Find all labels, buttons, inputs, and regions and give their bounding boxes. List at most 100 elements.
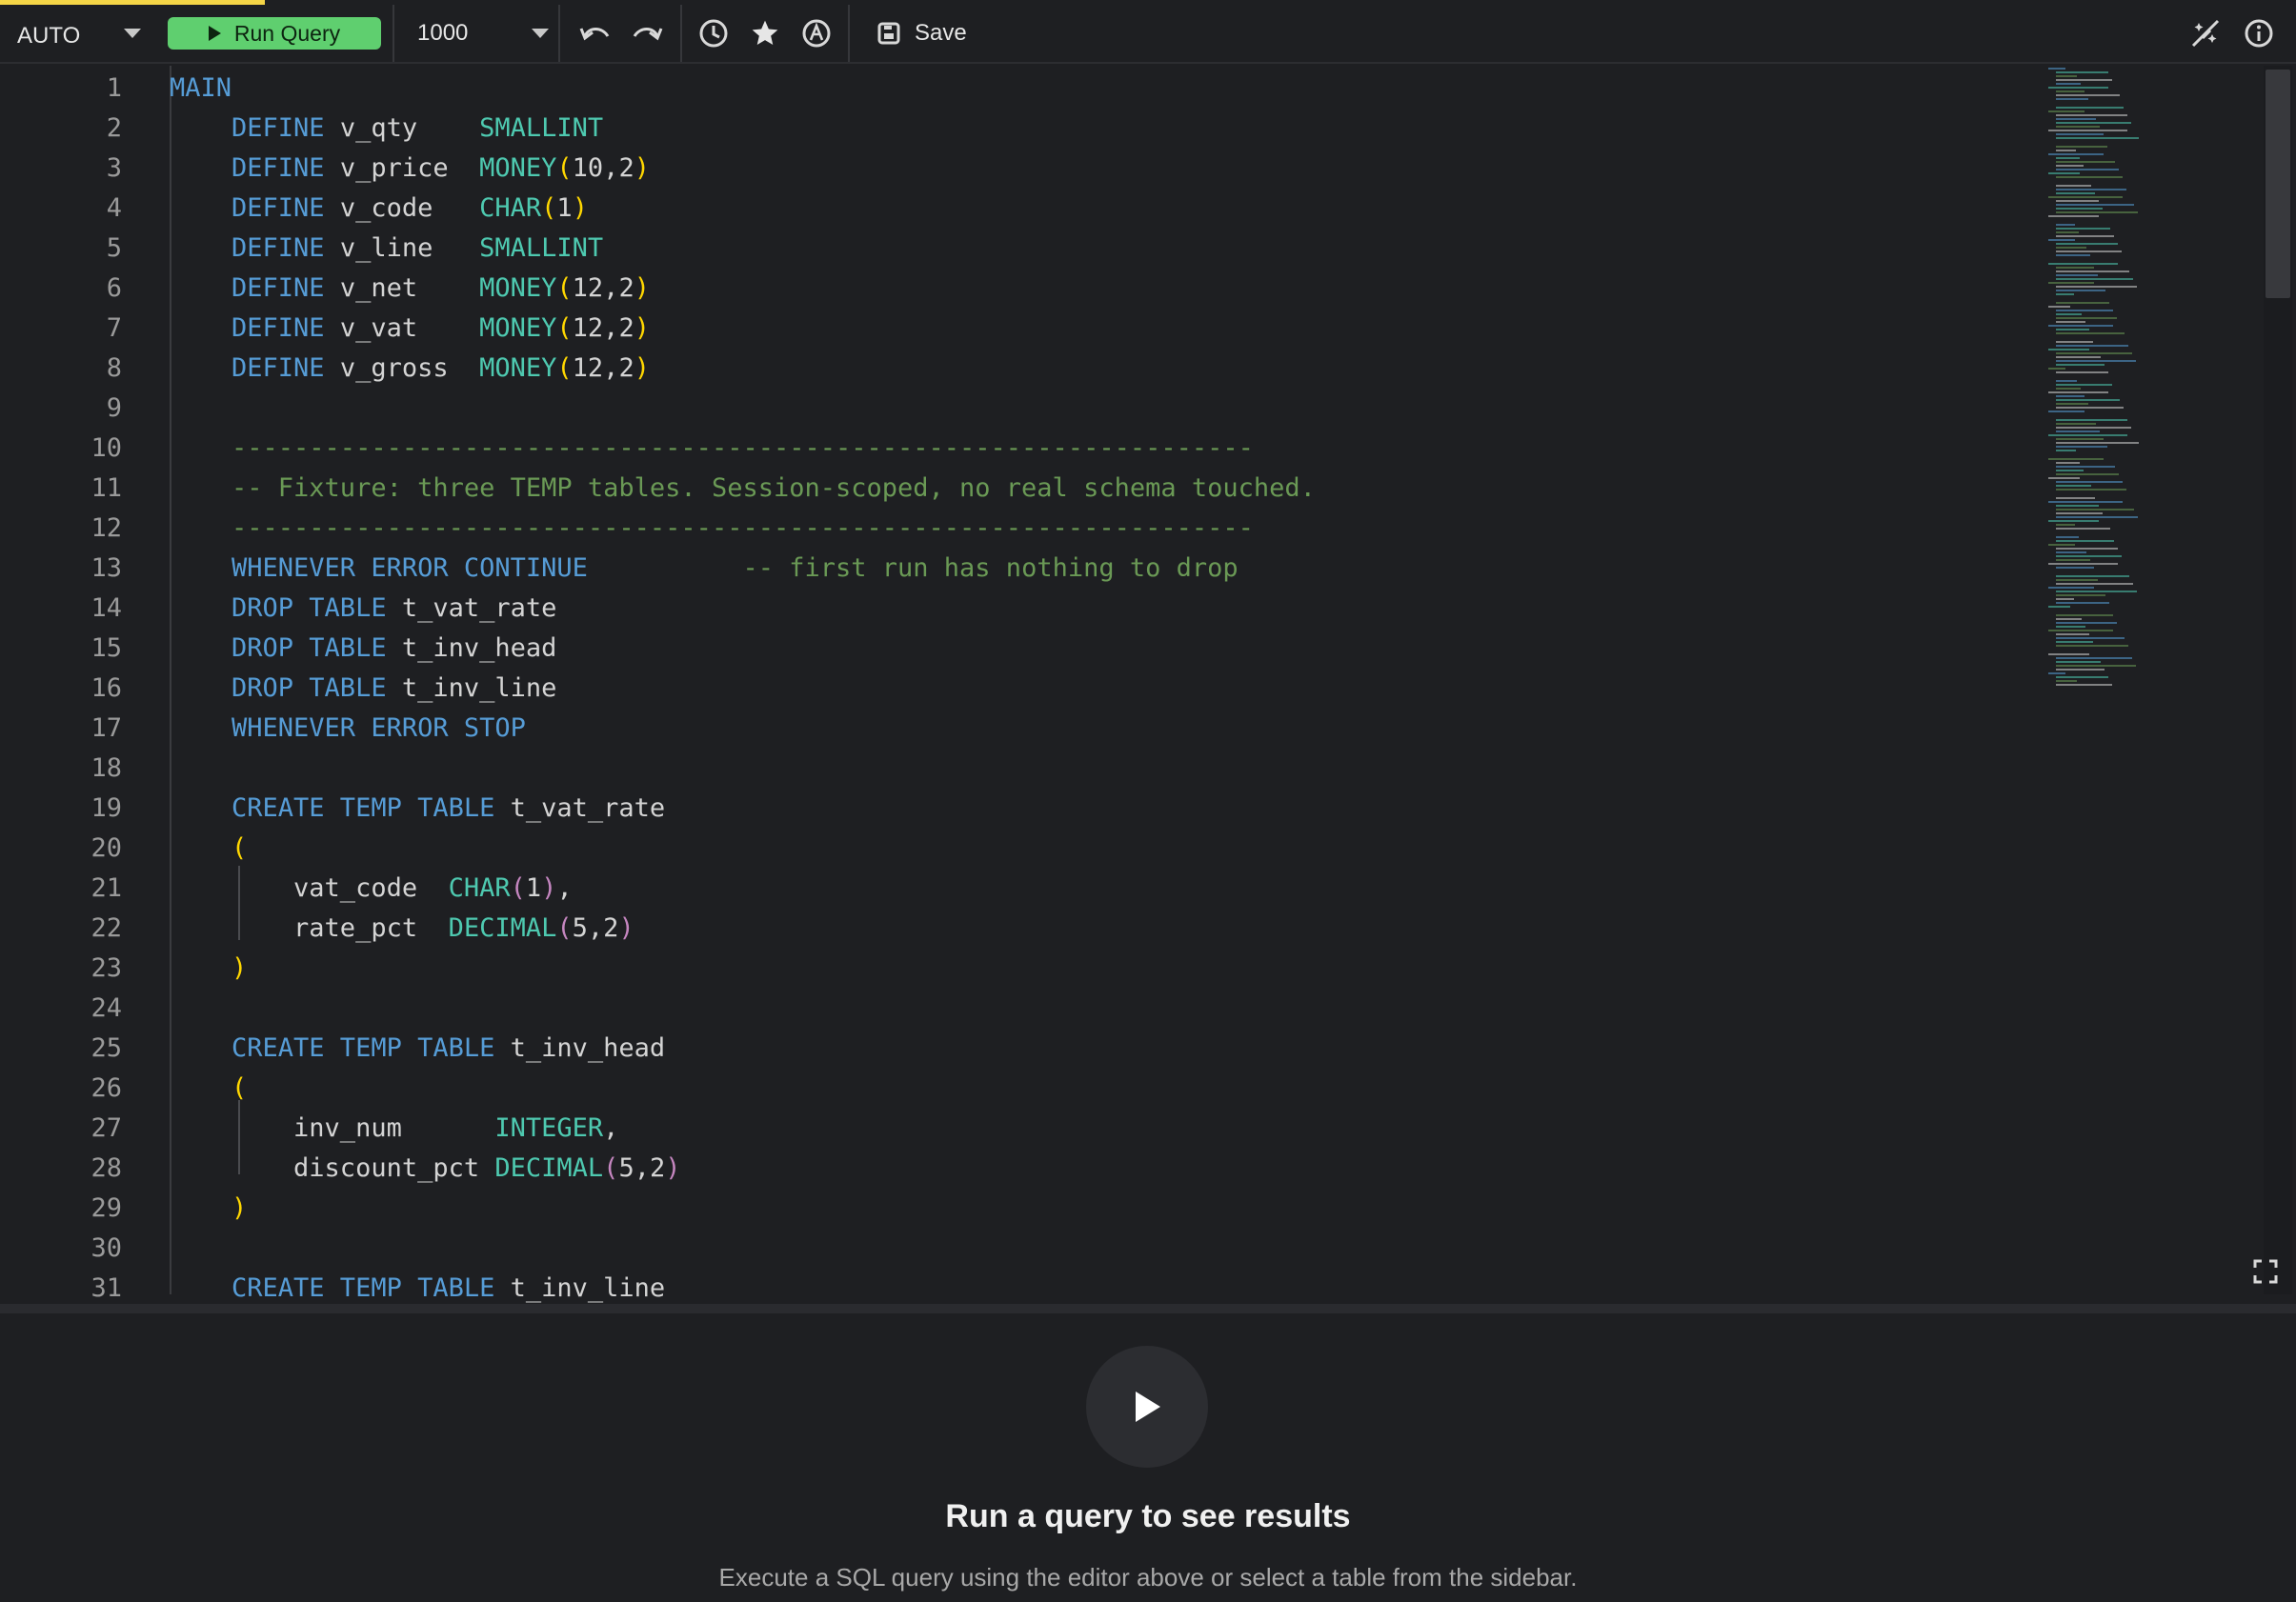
code-line[interactable]: 9	[0, 389, 2039, 429]
row-limit-selector[interactable]: 1000	[393, 5, 560, 62]
favorite-button[interactable]	[739, 5, 791, 62]
code-token: DROP TABLE	[170, 593, 402, 623]
code-editor[interactable]: 1 MAIN 2 DEFINE v_qty SMALLINT 3 DEFINE v_p…	[0, 66, 2296, 1313]
code-line[interactable]: 6 DEFINE v_net MONEY(12,2)	[0, 269, 2039, 309]
minimap-line	[2056, 665, 2136, 667]
code-token: MONEY	[479, 313, 557, 343]
minimap-line	[2056, 473, 2119, 475]
minimap-line	[2056, 395, 2085, 397]
code-line[interactable]: 7 DEFINE v_vat MONEY(12,2)	[0, 309, 2039, 349]
minimap-line	[2056, 150, 2076, 151]
line-number: 6	[106, 273, 122, 303]
code-line[interactable]: 1 MAIN	[0, 69, 2039, 109]
expand-icon[interactable]	[2252, 1258, 2279, 1285]
code-line[interactable]: 2 DEFINE v_qty SMALLINT	[0, 109, 2039, 149]
run-query-button[interactable]: Run Query	[168, 17, 381, 50]
toggle-ai-button[interactable]	[2185, 5, 2226, 62]
mode-selector[interactable]: AUTO	[0, 5, 152, 62]
code-token: (	[556, 153, 573, 183]
code-line[interactable]: 29 )	[0, 1189, 2039, 1229]
minimap-line	[2056, 118, 2096, 120]
minimap-line	[2048, 391, 2108, 393]
minimap-line	[2056, 380, 2077, 382]
history-button[interactable]	[688, 5, 739, 62]
code-line[interactable]: 21 vat_code CHAR(1),	[0, 869, 2039, 909]
code-line[interactable]: 30	[0, 1229, 2039, 1269]
minimap[interactable]	[2044, 66, 2187, 694]
code-line[interactable]: 5 DEFINE v_line SMALLINT	[0, 229, 2039, 269]
code-line[interactable]: 19 CREATE TEMP TABLE t_vat_rate	[0, 789, 2039, 829]
minimap-line	[2056, 224, 2075, 226]
redo-button[interactable]	[621, 5, 673, 62]
code-line[interactable]: 8 DEFINE v_gross MONEY(12,2)	[0, 349, 2039, 389]
code-token: t_vat_rate	[510, 793, 666, 823]
line-number: 1	[106, 73, 122, 103]
code-line[interactable]: 3 DEFINE v_price MONEY(10,2)	[0, 149, 2039, 189]
minimap-line	[2056, 622, 2117, 624]
editor-toolbar: AUTO Run Query 1000 Save	[0, 5, 2296, 64]
line-source: DEFINE v_line SMALLINT	[170, 229, 603, 269]
code-line[interactable]: 12 -------------------------------------…	[0, 509, 2039, 549]
minimap-line	[2056, 317, 2117, 319]
run-query-play-button[interactable]	[1086, 1346, 1208, 1468]
code-token: discount_pct	[170, 1153, 495, 1183]
code-line[interactable]: 23 )	[0, 949, 2039, 989]
code-line[interactable]: 28 discount_pct DECIMAL(5,2)	[0, 1149, 2039, 1189]
code-token: DEFINE	[170, 113, 340, 143]
line-number: 23	[91, 953, 122, 983]
line-source: WHENEVER ERROR CONTINUE -- first run has…	[170, 549, 1239, 589]
line-source: ----------------------------------------…	[170, 509, 1254, 549]
code-line[interactable]: 20 (	[0, 829, 2039, 869]
code-token: 1	[525, 873, 542, 903]
minimap-line	[2056, 388, 2081, 390]
code-line[interactable]: 22 rate_pct DECIMAL(5,2)	[0, 909, 2039, 949]
code-token: )	[572, 193, 588, 223]
code-line[interactable]: 31 CREATE TEMP TABLE t_inv_line	[0, 1269, 2039, 1309]
minimap-line	[2056, 278, 2133, 280]
minimap-line	[2056, 645, 2128, 647]
history-icon	[699, 19, 728, 48]
code-line[interactable]: 24	[0, 989, 2039, 1029]
line-source: DEFINE v_vat MONEY(12,2)	[170, 309, 650, 349]
scrollbar-thumb[interactable]	[2266, 70, 2290, 298]
line-number: 14	[91, 593, 122, 623]
minimap-line	[2056, 90, 2085, 92]
star-icon	[752, 20, 778, 45]
code-line[interactable]: 13 WHENEVER ERROR CONTINUE -- first run …	[0, 549, 2039, 589]
line-source: discount_pct DECIMAL(5,2)	[170, 1149, 680, 1189]
minimap-line	[2056, 231, 2079, 233]
code-token: DEFINE	[170, 313, 340, 343]
code-line[interactable]: 10 -------------------------------------…	[0, 429, 2039, 469]
code-line[interactable]: 27 inv_num INTEGER,	[0, 1109, 2039, 1149]
line-number: 30	[91, 1233, 122, 1263]
code-line[interactable]: 16 DROP TABLE t_inv_line	[0, 669, 2039, 709]
autoformat-button[interactable]	[791, 5, 842, 62]
minimap-line	[2056, 633, 2089, 635]
code-token: v_code	[339, 193, 480, 223]
code-line[interactable]: 25 CREATE TEMP TABLE t_inv_head	[0, 1029, 2039, 1069]
code-token: CHAR	[448, 873, 511, 903]
code-line[interactable]: 4 DEFINE v_code CHAR(1)	[0, 189, 2039, 229]
code-line[interactable]: 14 DROP TABLE t_vat_rate	[0, 589, 2039, 629]
code-token: ----------------------------------------…	[170, 513, 1254, 543]
code-line[interactable]: 26 (	[0, 1069, 2039, 1109]
code-token: t_vat_rate	[401, 593, 557, 623]
undo-button[interactable]	[570, 5, 621, 62]
minimap-line	[2048, 458, 2104, 460]
code-line[interactable]: 11 -- Fixture: three TEMP tables. Sessio…	[0, 469, 2039, 509]
code-line[interactable]: 15 DROP TABLE t_inv_head	[0, 629, 2039, 669]
info-button[interactable]	[2239, 5, 2279, 62]
code-token: )	[634, 353, 650, 383]
code-line[interactable]: 18	[0, 749, 2039, 789]
save-button[interactable]: Save	[850, 5, 988, 62]
minimap-line	[2056, 524, 2075, 526]
line-source: (	[170, 829, 247, 869]
minimap-line	[2056, 669, 2105, 671]
code-line[interactable]: 17 WHENEVER ERROR STOP	[0, 709, 2039, 749]
minimap-line	[2056, 431, 2100, 432]
code-token: 10,2	[572, 153, 634, 183]
code-token: v_line	[339, 233, 480, 263]
minimap-line	[2056, 423, 2096, 425]
code-token: )	[232, 953, 248, 983]
